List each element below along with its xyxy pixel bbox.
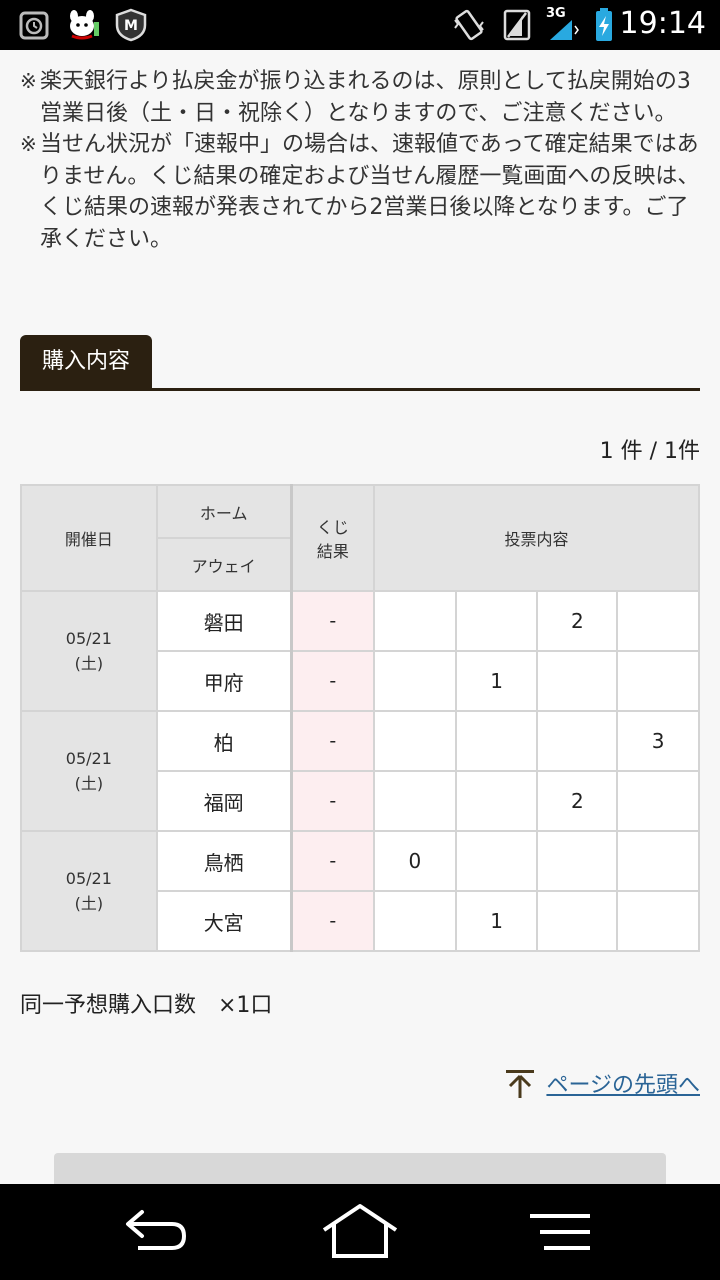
vote-cell (536, 830, 619, 892)
clock-time: 19:14 (619, 6, 706, 41)
away-team: 大宮 (155, 890, 293, 952)
table-row: 05/21 (土) 鳥栖 - 0 (20, 830, 700, 952)
vote-cell: 3 (616, 710, 700, 772)
vote-cell: 1 (454, 890, 539, 952)
vote-cell (454, 770, 539, 832)
note-preliminary: ※ 当せん状況が「速報中」の場合は、速報値であって確定結果ではありません。くじ結… (20, 129, 710, 255)
vote-cell (616, 830, 700, 892)
kuji-result: - (289, 650, 375, 712)
vote-cell: 0 (372, 830, 457, 892)
note-mark: ※ (20, 132, 37, 156)
page-content: ※ 楽天銀行より払戻金が振り込まれるのは、原則として払戻開始の3営業日後（土・日… (0, 50, 720, 1184)
note-text: 楽天銀行より払戻金が振り込まれるのは、原則として払戻開始の3営業日後（土・日・祝… (40, 69, 691, 126)
vote-cell (454, 590, 539, 652)
vibrate-icon (454, 9, 484, 41)
vote-cell (372, 590, 457, 652)
cell-signal-icon (550, 20, 579, 40)
table-row: 05/21 (土) 磐田 - 2 (20, 590, 700, 712)
match-date: 05/21 (65, 749, 112, 768)
vote-cell (454, 710, 539, 772)
match-date: 05/21 (65, 629, 112, 648)
kuji-result: - (289, 710, 375, 772)
purchase-table: 開催日 ホーム くじ 結果 投票内容 アウェイ 05/21 (土) 磐田 - 2 (20, 484, 701, 952)
home-team: 磐田 (155, 590, 293, 652)
kuji-result: - (289, 830, 375, 892)
vote-cell: 1 (454, 650, 539, 712)
note-payout: ※ 楽天銀行より払戻金が振り込まれるのは、原則として払戻開始の3営業日後（土・日… (20, 66, 710, 129)
result-count: 1 件 / 1件 (599, 439, 700, 464)
vote-cell (616, 590, 700, 652)
vote-cell (616, 770, 700, 832)
header-kuji-line2: 結果 (316, 542, 349, 561)
section-header: 購入内容 (20, 335, 700, 391)
vote-cell (616, 890, 700, 952)
vote-cell (536, 890, 619, 952)
navigation-bar (0, 1184, 720, 1280)
table-row: 05/21 (土) 柏 - 3 (20, 710, 700, 832)
match-date: 05/21 (65, 869, 112, 888)
signal-slash-icon (503, 9, 531, 41)
bottom-button-partial[interactable] (54, 1153, 666, 1184)
note-mark: ※ (20, 69, 37, 93)
menu-icon[interactable] (526, 1202, 606, 1262)
vote-cell (536, 710, 619, 772)
tab-purchase-contents: 購入内容 (20, 335, 152, 388)
match-day: (土) (74, 654, 104, 673)
vote-cell (372, 890, 457, 952)
kuji-result: - (289, 890, 375, 952)
home-icon[interactable] (320, 1202, 400, 1262)
match-date-cell: 05/21 (土) (20, 590, 158, 712)
vote-cell: 2 (536, 590, 619, 652)
header-kuji-result: くじ 結果 (289, 484, 375, 592)
note-text: 当せん状況が「速報中」の場合は、速報値であって確定結果ではありません。くじ結果の… (40, 132, 700, 252)
back-to-top[interactable]: ページの先頭へ (504, 1065, 700, 1101)
svg-text:M: M (124, 18, 138, 34)
dog-mascot-icon (70, 10, 99, 40)
same-prediction-quantity: 同一予想購入口数 ×1口 (20, 993, 273, 1018)
vote-cell (536, 650, 619, 712)
kuji-result: - (289, 770, 375, 832)
arrow-to-top-icon (506, 1070, 535, 1098)
shield-m-icon: M (115, 8, 147, 42)
vote-cell (372, 650, 457, 712)
header-kuji-line1: くじ (316, 518, 349, 537)
vote-cell (372, 770, 457, 832)
match-date-cell: 05/21 (土) (20, 830, 158, 952)
back-to-top-link[interactable]: ページの先頭へ (546, 1067, 700, 1099)
vote-cell: 2 (536, 770, 619, 832)
header-vote-contents: 投票内容 (372, 484, 701, 592)
vote-cell (616, 650, 700, 712)
vote-cell (454, 830, 539, 892)
away-team: 福岡 (155, 770, 293, 832)
kuji-result: - (289, 590, 375, 652)
away-team: 甲府 (155, 650, 293, 712)
status-bar: M 3G 19:14 (0, 0, 720, 50)
header-home: ホーム (155, 484, 293, 539)
notes-section: ※ 楽天銀行より払戻金が振り込まれるのは、原則として払戻開始の3営業日後（土・日… (20, 66, 710, 255)
home-team: 鳥栖 (155, 830, 293, 892)
match-date-cell: 05/21 (土) (20, 710, 158, 832)
alarm-icon (19, 11, 49, 40)
header-away: アウェイ (155, 537, 293, 592)
back-icon[interactable] (118, 1202, 198, 1262)
header-date: 開催日 (20, 484, 158, 592)
battery-charging-icon (596, 8, 612, 41)
match-day: (土) (74, 894, 104, 913)
vote-cell (372, 710, 457, 772)
home-team: 柏 (155, 710, 293, 772)
match-day: (土) (74, 774, 104, 793)
